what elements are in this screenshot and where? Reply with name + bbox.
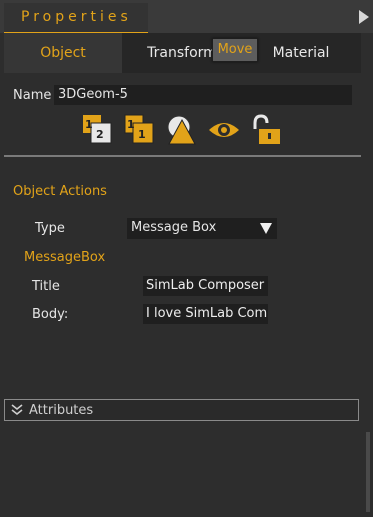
panel-header: Properties bbox=[0, 0, 373, 34]
svg-text:1: 1 bbox=[138, 128, 146, 141]
unlock-icon[interactable] bbox=[250, 114, 282, 146]
collapse-arrow-icon[interactable] bbox=[359, 10, 369, 24]
dropdown-arrow-icon bbox=[260, 223, 272, 234]
name-field[interactable]: 3DGeom-5 bbox=[54, 85, 352, 105]
attributes-label: Attributes bbox=[29, 403, 94, 418]
tab-object[interactable]: Object bbox=[4, 33, 122, 73]
name-label: Name bbox=[13, 88, 52, 103]
shape-visibility-icon[interactable] bbox=[166, 114, 198, 146]
properties-tab[interactable]: Properties bbox=[4, 3, 148, 34]
body-field[interactable]: I love SimLab Composer bbox=[143, 304, 268, 324]
eye-icon[interactable] bbox=[208, 114, 240, 146]
svg-text:1: 1 bbox=[85, 118, 93, 131]
double-chevron-down-icon bbox=[11, 404, 23, 416]
tooltip: Move bbox=[212, 38, 258, 62]
tab-transform[interactable]: Transform bbox=[142, 33, 222, 73]
type-select[interactable]: Message Box bbox=[127, 218, 277, 239]
title-label: Title bbox=[32, 279, 60, 294]
svg-text:2: 2 bbox=[96, 128, 104, 141]
messagebox-title: MessageBox bbox=[24, 250, 106, 265]
divider bbox=[4, 155, 361, 157]
body-label: Body: bbox=[32, 307, 69, 322]
tab-material[interactable]: Material bbox=[256, 33, 346, 73]
attributes-expander[interactable]: Attributes bbox=[4, 399, 359, 421]
type-value: Message Box bbox=[131, 220, 217, 235]
layer-1-2-icon[interactable]: 1 2 bbox=[82, 114, 114, 146]
scrollbar[interactable] bbox=[366, 432, 370, 512]
layer-1-1-icon[interactable]: 1 1 bbox=[124, 114, 156, 146]
svg-text:1: 1 bbox=[127, 118, 135, 131]
object-actions-title: Object Actions bbox=[13, 184, 107, 199]
object-toolbar: 1 2 1 1 bbox=[82, 114, 292, 146]
panel-title: Properties bbox=[21, 9, 132, 25]
title-field[interactable]: SimLab Composer bbox=[143, 276, 268, 296]
tab-bar: Object Transform Material bbox=[4, 33, 361, 73]
type-label: Type bbox=[35, 221, 65, 236]
